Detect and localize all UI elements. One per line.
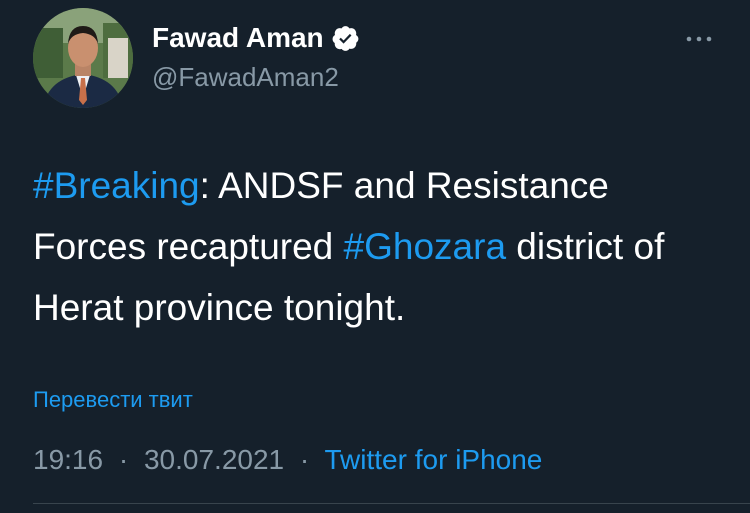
tweet-text: #Breaking: ANDSF and Resistance Forces r… <box>33 155 723 338</box>
verified-badge-icon <box>332 25 359 51</box>
author-name-text[interactable]: Fawad Aman <box>152 22 324 54</box>
meta-separator: · <box>118 444 129 475</box>
hashtag-ghozara[interactable]: #Ghozara <box>344 226 507 267</box>
hashtag-breaking[interactable]: #Breaking <box>33 165 200 206</box>
meta-separator: · <box>299 444 310 475</box>
tweet-time[interactable]: 19:16 <box>33 444 103 475</box>
translate-tweet-link[interactable]: Перевести твит <box>33 387 193 413</box>
avatar-photo <box>33 8 133 108</box>
tweet-meta: 19:16 · 30.07.2021 · Twitter for iPhone <box>33 444 542 476</box>
divider <box>33 503 750 504</box>
avatar[interactable] <box>33 8 133 108</box>
author-name[interactable]: Fawad Aman <box>152 22 359 54</box>
tweet-date[interactable]: 30.07.2021 <box>144 444 284 475</box>
author-handle[interactable]: @FawadAman2 <box>152 62 339 93</box>
more-options-icon[interactable] <box>680 28 718 50</box>
tweet-source-link[interactable]: Twitter for iPhone <box>325 444 543 475</box>
